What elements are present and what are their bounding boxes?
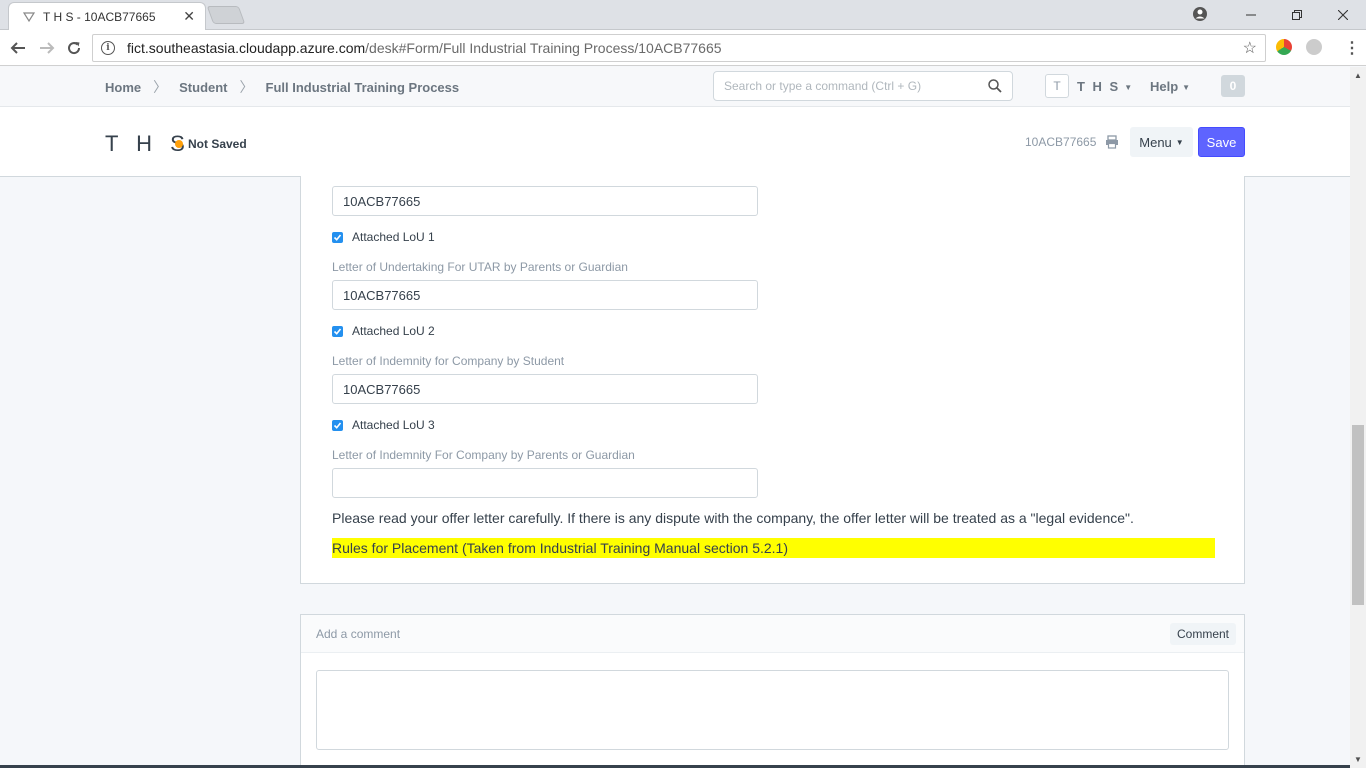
check-attached-lou-1[interactable]: Attached LoU 1 [332,230,435,244]
document-name: 10ACB77665 [1025,135,1097,149]
help-menu[interactable]: Help ▼ [1150,79,1190,94]
comment-button[interactable]: Comment [1169,623,1236,645]
scroll-down-icon[interactable]: ▼ [1354,755,1362,764]
field-label: Letter of Indemnity for Company by Stude… [332,354,565,368]
caret-down-icon: ▼ [1182,83,1191,93]
search-box [713,71,1013,101]
breadcrumb-doctype[interactable]: Full Industrial Training Process [266,80,460,95]
scroll-up-icon[interactable]: ▲ [1354,71,1362,80]
check-attached-lou-3[interactable]: Attached LoU 3 [332,418,435,432]
offer-letter-note: Please read your offer letter carefully.… [332,510,1134,526]
lou-field-top[interactable]: 10ACB77665 [332,186,758,216]
breadcrumb-home[interactable]: Home [105,80,141,95]
window-controls [1228,0,1366,30]
favicon-icon [23,11,35,23]
user-menu[interactable]: T H S ▼ [1077,79,1134,94]
close-tab-icon[interactable]: ✕ [183,8,195,25]
checkbox-checked-icon[interactable] [332,231,343,243]
print-icon[interactable] [1105,135,1119,149]
status-dot-icon [175,140,183,148]
avatar[interactable]: T [1045,74,1069,98]
search-input[interactable] [724,79,988,93]
tab-title: T H S - 10ACB77665 [43,9,156,24]
status-text: Not Saved [188,137,247,151]
caret-down-icon: ▼ [1124,83,1135,93]
browser-tab[interactable]: T H S - 10ACB77665 ✕ [8,2,206,30]
indemnity-student-field[interactable]: 10ACB77665 [332,374,758,404]
chevron-right-icon: 〉 [239,79,254,95]
address-bar[interactable]: i fict.southeastasia.cloudapp.azure.com/… [92,34,1266,62]
browser-tabstrip: T H S - 10ACB77665 ✕ [0,0,1366,30]
chevron-right-icon: 〉 [153,79,168,95]
save-button[interactable]: Save [1198,127,1245,157]
scroll-thumb[interactable] [1352,425,1364,605]
profile-icon[interactable] [1192,6,1208,22]
comment-input[interactable] [316,670,1229,750]
notification-badge[interactable]: 0 [1221,75,1245,97]
search-icon[interactable] [988,79,1002,93]
checkbox-label: Attached LoU 1 [352,230,435,244]
reload-icon[interactable] [63,37,85,59]
browser-toolbar: i fict.southeastasia.cloudapp.azure.com/… [0,30,1366,66]
caret-down-icon: ▼ [1175,137,1184,147]
app-navbar: Home 〉 Student 〉 Full Industrial Trainin… [0,67,1350,107]
bookmark-star-icon[interactable]: ☆ [1243,38,1257,58]
indemnity-parents-field[interactable] [332,468,758,498]
extension-icon[interactable] [1276,39,1292,55]
page-scrollbar[interactable]: ▲ ▼ [1350,67,1366,768]
restore-icon[interactable] [1274,0,1320,30]
breadcrumb-student[interactable]: Student [179,80,227,95]
status-indicator: Not Saved [175,137,247,151]
rules-placement-heading: Rules for Placement (Taken from Industri… [332,538,1215,558]
forward-icon[interactable] [36,37,58,59]
checkbox-checked-icon[interactable] [332,419,343,431]
new-tab-button[interactable] [206,6,246,24]
browser-menu-icon[interactable]: ⋮ [1344,38,1360,58]
check-attached-lou-2[interactable]: Attached LoU 2 [332,324,435,338]
minimize-icon[interactable] [1228,0,1274,30]
comment-title: Add a comment [316,627,401,641]
checkbox-label: Attached LoU 2 [352,324,435,338]
settings-extension-icon[interactable] [1306,39,1322,55]
url-text: fict.southeastasia.cloudapp.azure.com/de… [127,40,722,56]
checkbox-label: Attached LoU 3 [352,418,435,432]
breadcrumb: Home 〉 Student 〉 Full Industrial Trainin… [105,67,459,107]
comment-section: Add a comment Comment [300,614,1245,768]
comment-header: Add a comment Comment [301,615,1244,653]
info-icon[interactable]: i [101,41,115,55]
extensions [1276,39,1322,55]
back-icon[interactable] [7,37,29,59]
checkbox-checked-icon[interactable] [332,325,343,337]
lou-parents-field[interactable]: 10ACB77665 [332,280,758,310]
page-head: T H S Not Saved 10ACB77665 Menu ▼ Save [0,107,1350,177]
field-label: Letter of Undertaking For UTAR by Parent… [332,260,628,274]
field-label: Letter of Indemnity For Company by Paren… [332,448,635,462]
menu-button[interactable]: Menu ▼ [1130,127,1193,157]
form-section: 10ACB77665 Attached LoU 1 Letter of Unde… [300,176,1245,584]
close-window-icon[interactable] [1320,0,1366,30]
